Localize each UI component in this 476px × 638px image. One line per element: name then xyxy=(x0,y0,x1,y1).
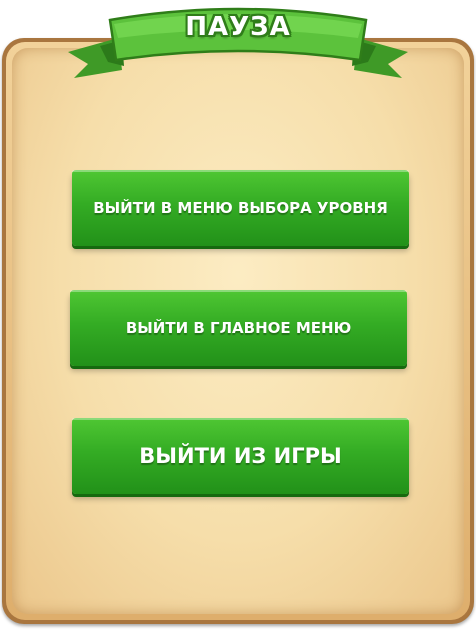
title-ribbon: ПАУЗА xyxy=(60,0,416,82)
exit-to-level-select-button[interactable]: ВЫЙТИ В МЕНЮ ВЫБОРА УРОВНЯ xyxy=(72,170,409,246)
dialog-title: ПАУЗА xyxy=(185,12,291,42)
exit-game-button[interactable]: ВЫЙТИ ИЗ ИГРЫ xyxy=(72,418,409,494)
exit-game-label: ВЫЙТИ ИЗ ИГРЫ xyxy=(139,444,342,468)
exit-to-main-menu-label: ВЫЙТИ В ГЛАВНОЕ МЕНЮ xyxy=(125,319,352,337)
exit-to-main-menu-button[interactable]: ВЫЙТИ В ГЛАВНОЕ МЕНЮ xyxy=(70,290,407,366)
exit-to-level-select-label: ВЫЙТИ В МЕНЮ ВЫБОРА УРОВНЯ xyxy=(93,199,388,217)
